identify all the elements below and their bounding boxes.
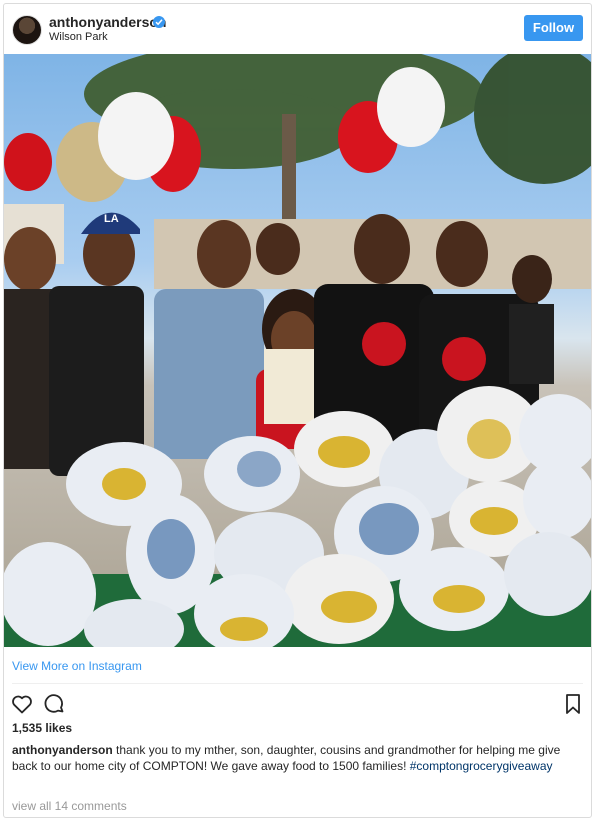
cap-logo: LA bbox=[104, 213, 119, 225]
hashtag-link[interactable]: #comptongrocerygiveaway bbox=[410, 759, 553, 773]
post-caption: anthonyanderson thank you to my mther, s… bbox=[12, 742, 580, 774]
avatar[interactable] bbox=[12, 15, 42, 45]
location-link[interactable]: Wilson Park bbox=[49, 31, 108, 43]
divider bbox=[12, 683, 583, 684]
post-header: anthonyanderson Wilson Park Follow bbox=[4, 4, 591, 54]
bookmark-icon[interactable] bbox=[563, 692, 583, 721]
comment-icon[interactable] bbox=[42, 692, 66, 721]
action-bar bbox=[4, 687, 591, 721]
heart-icon[interactable] bbox=[10, 692, 34, 721]
view-more-link[interactable]: View More on Instagram bbox=[12, 659, 142, 673]
follow-button[interactable]: Follow bbox=[524, 15, 583, 41]
username-link[interactable]: anthonyanderson bbox=[49, 14, 166, 30]
caption-username[interactable]: anthonyanderson bbox=[12, 743, 113, 757]
likes-count[interactable]: 1,535 likes bbox=[12, 721, 72, 735]
instagram-embed-card: anthonyanderson Wilson Park Follow LA Vi… bbox=[3, 3, 592, 818]
view-comments-link[interactable]: view all 14 comments bbox=[12, 799, 127, 813]
post-photo[interactable]: LA bbox=[4, 54, 591, 647]
verified-badge-icon bbox=[153, 16, 165, 28]
